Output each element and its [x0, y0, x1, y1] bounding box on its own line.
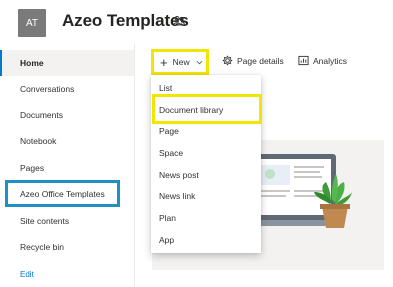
nav-item-site-contents[interactable]: Site contents: [0, 208, 134, 234]
menu-item-label: Space: [159, 148, 184, 158]
analytics-label: Analytics: [313, 55, 348, 66]
nav-item-label: Home: [20, 58, 44, 68]
menu-item-page[interactable]: Page: [159, 124, 179, 138]
nav-item-label: Azeo Office Templates: [20, 189, 105, 199]
nav-item-label: Pages: [20, 163, 45, 173]
analytics-button[interactable]: Analytics: [298, 55, 347, 66]
nav-item-recycle-bin[interactable]: Recycle bin: [0, 234, 134, 260]
menu-item-label: Document library: [159, 105, 224, 115]
site-logo[interactable]: AT: [18, 9, 46, 37]
menu-item-label: Plan: [159, 213, 177, 223]
nav-item-label: Conversations: [20, 84, 75, 94]
left-navigation: Home Conversations Documents Notebook Pa…: [0, 44, 135, 287]
menu-item-label: List: [159, 83, 173, 93]
nav-item-label: Documents: [20, 110, 63, 120]
site-title[interactable]: Azeo Templates: [62, 11, 189, 31]
gear-icon: [222, 55, 233, 66]
menu-item-label: News post: [159, 170, 199, 180]
site-logo-initials: AT: [25, 17, 39, 29]
new-dropdown-menu: List Document library Page Space News po…: [151, 75, 261, 253]
new-button-label: New: [172, 57, 190, 67]
people-group-icon[interactable]: [173, 15, 185, 27]
nav-item-label: Notebook: [20, 136, 57, 146]
menu-item-news-post[interactable]: News post: [159, 168, 199, 182]
menu-item-plan[interactable]: Plan: [159, 211, 176, 225]
plus-icon: +: [160, 54, 168, 70]
menu-item-space[interactable]: Space: [159, 146, 183, 160]
nav-item-azeo-office-templates[interactable]: Azeo Office Templates: [0, 181, 134, 207]
nav-item-conversations[interactable]: Conversations: [0, 76, 134, 102]
site-header: AT Azeo Templates: [0, 0, 393, 44]
nav-item-label: Recycle bin: [20, 242, 64, 252]
nav-item-home[interactable]: Home: [0, 50, 134, 76]
menu-item-label: App: [159, 235, 175, 245]
new-button[interactable]: + New: [151, 49, 209, 75]
menu-item-document-library[interactable]: Document library: [159, 103, 223, 117]
menu-item-label: News link: [159, 191, 196, 201]
nav-item-notebook[interactable]: Notebook: [0, 128, 134, 154]
nav-edit-link[interactable]: Edit: [0, 261, 134, 287]
nav-edit-label: Edit: [20, 269, 34, 279]
chevron-down-icon: [196, 60, 203, 64]
nav-item-documents[interactable]: Documents: [0, 102, 134, 128]
menu-item-label: Page: [159, 126, 179, 136]
nav-item-label: Site contents: [20, 216, 70, 226]
page-details-button[interactable]: Page details: [222, 55, 284, 66]
nav-item-pages[interactable]: Pages: [0, 155, 134, 181]
menu-item-list[interactable]: List: [159, 81, 172, 95]
menu-item-news-link[interactable]: News link: [159, 189, 195, 203]
page-details-label: Page details: [237, 55, 284, 66]
menu-item-app[interactable]: App: [159, 233, 174, 247]
analytics-chart-icon: [298, 55, 309, 66]
